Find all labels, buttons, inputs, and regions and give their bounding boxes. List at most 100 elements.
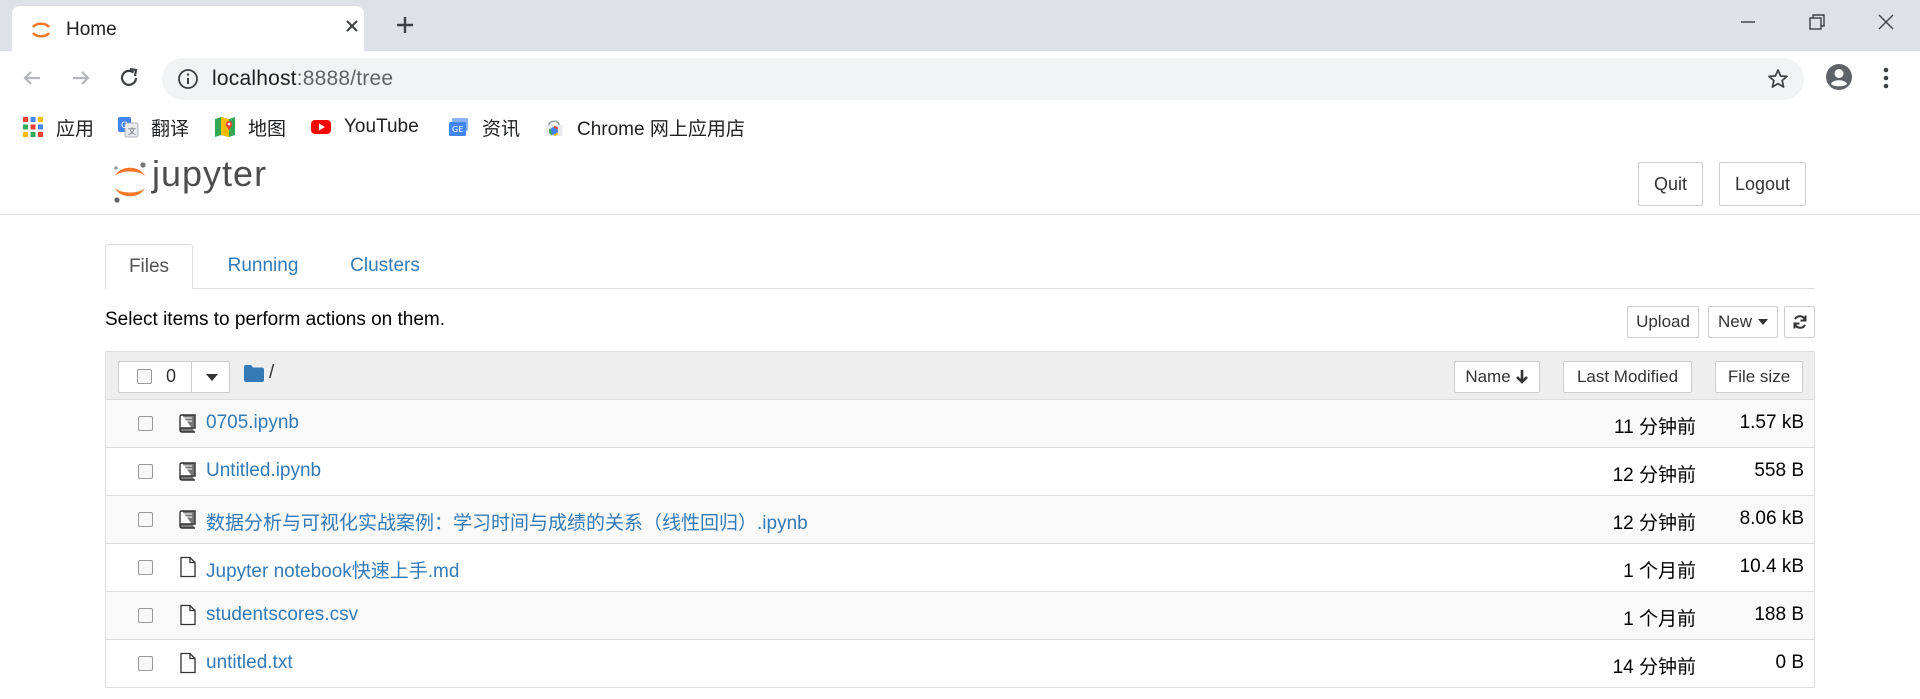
file-modified: 14 分钟前 bbox=[1612, 657, 1696, 678]
file-modified: 1 个月前 bbox=[1623, 609, 1696, 630]
sort-file-size-button[interactable]: File size bbox=[1715, 361, 1803, 393]
bookmark-apps[interactable]: 应用 bbox=[22, 115, 95, 140]
file-link[interactable]: untitled.txt bbox=[206, 652, 293, 674]
row-checkbox[interactable] bbox=[138, 416, 153, 431]
notebook-icon bbox=[179, 462, 196, 481]
list-item[interactable]: studentscores.csv 1 个月前 188 B bbox=[106, 592, 1814, 640]
youtube-icon bbox=[311, 120, 331, 134]
list-item[interactable]: Jupyter notebook快速上手.md 1 个月前 10.4 kB bbox=[106, 544, 1814, 592]
chrome-web-store-icon bbox=[545, 120, 563, 137]
bookmarks-bar: 应用 G 文 翻译 地图 YouTube GE 资讯 Chrome 网上应用店 bbox=[0, 105, 1920, 149]
notebook-icon bbox=[179, 510, 196, 529]
sort-last-modified-button[interactable]: Last Modified bbox=[1563, 361, 1692, 393]
minimize-window-icon[interactable] bbox=[1736, 10, 1760, 34]
close-tab-icon[interactable] bbox=[342, 16, 362, 36]
refresh-button[interactable] bbox=[1784, 306, 1815, 338]
address-bar[interactable]: localhost:8888/tree bbox=[162, 58, 1804, 100]
folder-icon[interactable] bbox=[244, 365, 264, 382]
url-path: :8888/tree bbox=[296, 67, 394, 90]
bookmark-news[interactable]: GE 资讯 bbox=[448, 115, 521, 140]
list-item[interactable]: 0705.ipynb 11 分钟前 1.57 kB bbox=[106, 400, 1814, 448]
bookmark-label: 地图 bbox=[248, 118, 287, 140]
select-all-checkbox[interactable] bbox=[137, 369, 152, 384]
breadcrumb[interactable]: / bbox=[269, 362, 274, 384]
sort-name-label: Name bbox=[1465, 367, 1511, 386]
maps-icon bbox=[215, 117, 235, 137]
file-icon bbox=[180, 652, 196, 674]
forward-arrow-icon[interactable] bbox=[67, 64, 95, 92]
svg-text:G: G bbox=[121, 121, 128, 131]
file-size: 0 B bbox=[1775, 652, 1804, 673]
jupyter-header: jupyter Quit Logout bbox=[0, 149, 1920, 215]
new-button-label: New bbox=[1717, 312, 1752, 331]
new-tab-icon[interactable] bbox=[393, 13, 417, 37]
row-checkbox[interactable] bbox=[138, 512, 153, 527]
file-modified: 1 个月前 bbox=[1623, 561, 1696, 582]
selected-count: 0 bbox=[166, 366, 177, 386]
tab-running[interactable]: Running bbox=[211, 244, 315, 288]
tab-clusters[interactable]: Clusters bbox=[332, 244, 438, 288]
jupyter-favicon-icon bbox=[31, 22, 51, 38]
jupyter-logo-text: jupyter bbox=[152, 153, 268, 194]
list-item[interactable]: 数据分析与可视化实战案例：学习时间与成绩的关系（线性回归）.ipynb 12 分… bbox=[106, 496, 1814, 544]
bookmark-translate[interactable]: G 文 翻译 bbox=[117, 115, 190, 140]
file-link[interactable]: 数据分析与可视化实战案例：学习时间与成绩的关系（线性回归）.ipynb bbox=[206, 508, 808, 535]
reload-icon[interactable] bbox=[115, 64, 143, 92]
tab-files[interactable]: Files bbox=[105, 244, 193, 289]
bookmark-label: 资讯 bbox=[482, 118, 521, 140]
bookmark-label: YouTube bbox=[344, 116, 419, 137]
arrow-down-icon bbox=[1515, 370, 1528, 384]
list-header: 0 / Name Last Modified File size bbox=[106, 352, 1814, 400]
select-all-control[interactable]: 0 bbox=[118, 361, 230, 393]
profile-avatar-icon[interactable] bbox=[1824, 62, 1854, 92]
browser-titlebar: Home bbox=[0, 0, 1920, 51]
row-checkbox[interactable] bbox=[138, 656, 153, 671]
file-size: 558 B bbox=[1754, 460, 1804, 481]
jupyter-tabs: Files Running Clusters bbox=[105, 244, 1815, 289]
url-host: localhost bbox=[212, 67, 297, 90]
bookmark-label: 应用 bbox=[56, 118, 95, 140]
file-icon bbox=[180, 556, 196, 578]
bookmark-youtube[interactable]: YouTube bbox=[310, 115, 419, 139]
browser-tab-home[interactable]: Home bbox=[12, 6, 364, 51]
close-window-icon[interactable] bbox=[1874, 10, 1898, 34]
list-item[interactable]: untitled.txt 14 分钟前 0 B bbox=[106, 640, 1814, 687]
file-link[interactable]: 0705.ipynb bbox=[206, 412, 299, 434]
restore-window-icon[interactable] bbox=[1805, 10, 1829, 34]
row-checkbox[interactable] bbox=[138, 560, 153, 575]
new-dropdown-button[interactable]: New bbox=[1708, 306, 1778, 338]
row-checkbox[interactable] bbox=[138, 608, 153, 623]
chevron-down-icon[interactable] bbox=[206, 374, 218, 381]
file-size: 1.57 kB bbox=[1739, 412, 1804, 433]
svg-text:GE: GE bbox=[452, 125, 463, 134]
url-text[interactable]: localhost:8888/tree bbox=[212, 67, 393, 91]
svg-text:文: 文 bbox=[128, 126, 136, 136]
news-icon: GE bbox=[449, 118, 468, 136]
browser-toolbar: localhost:8888/tree bbox=[0, 51, 1920, 105]
list-item[interactable]: Untitled.ipynb 12 分钟前 558 B bbox=[106, 448, 1814, 496]
browser-menu-icon[interactable] bbox=[1876, 63, 1896, 93]
translate-icon: G 文 bbox=[118, 117, 139, 138]
bookmark-chrome-web-store[interactable]: Chrome 网上应用店 bbox=[543, 115, 745, 140]
row-checkbox[interactable] bbox=[138, 464, 153, 479]
file-size: 8.06 kB bbox=[1739, 508, 1804, 529]
back-arrow-icon[interactable] bbox=[18, 64, 46, 92]
file-modified: 12 分钟前 bbox=[1612, 465, 1696, 486]
jupyter-logo-icon[interactable] bbox=[110, 159, 150, 205]
file-size: 188 B bbox=[1754, 604, 1804, 625]
tab-title: Home bbox=[66, 19, 117, 40]
quit-button[interactable]: Quit bbox=[1638, 162, 1703, 206]
upload-button[interactable]: Upload bbox=[1627, 306, 1699, 338]
bookmark-label: 翻译 bbox=[151, 118, 190, 140]
file-icon bbox=[180, 604, 196, 626]
site-info-icon[interactable] bbox=[177, 68, 199, 90]
file-modified: 11 分钟前 bbox=[1613, 417, 1696, 438]
sort-name-button[interactable]: Name bbox=[1454, 361, 1540, 393]
chevron-down-icon bbox=[1758, 319, 1768, 325]
file-link[interactable]: Jupyter notebook快速上手.md bbox=[206, 556, 459, 583]
bookmark-star-icon[interactable] bbox=[1766, 67, 1790, 91]
bookmark-maps[interactable]: 地图 bbox=[214, 115, 287, 140]
file-link[interactable]: studentscores.csv bbox=[206, 604, 358, 626]
file-link[interactable]: Untitled.ipynb bbox=[206, 460, 321, 482]
logout-button[interactable]: Logout bbox=[1719, 162, 1806, 206]
